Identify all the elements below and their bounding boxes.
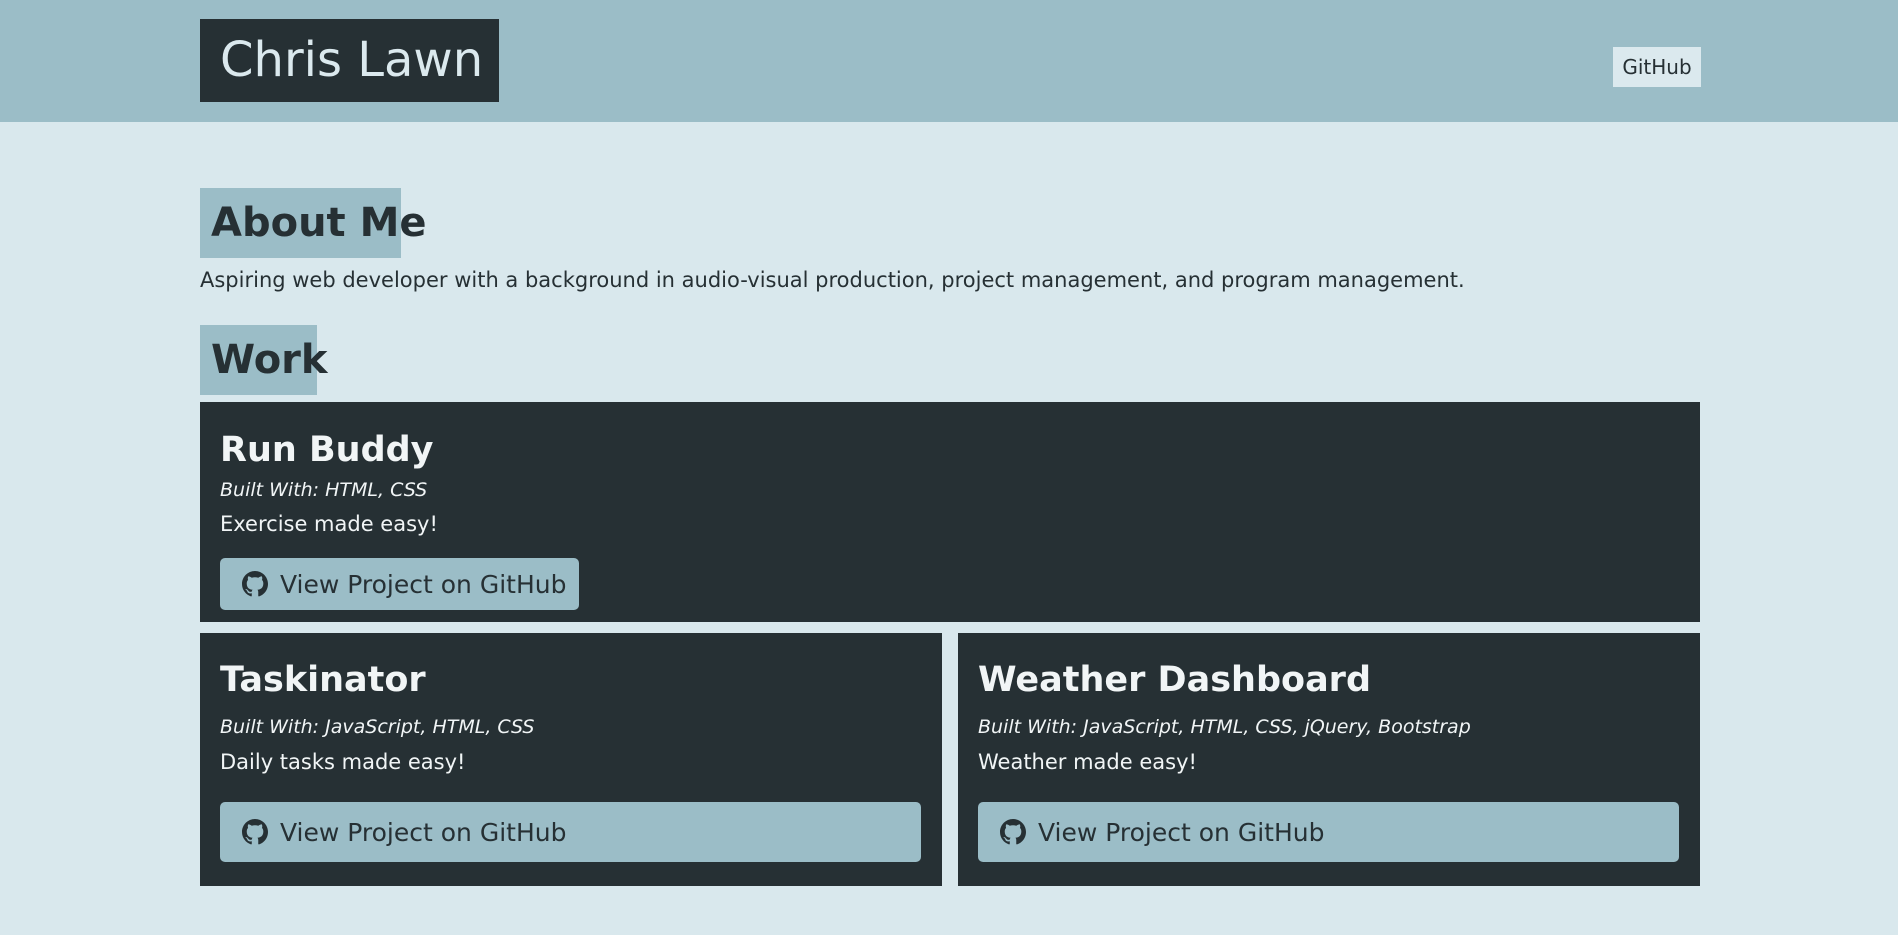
site-title: Chris Lawn — [200, 19, 499, 102]
about-text: Aspiring web developer with a background… — [200, 268, 1465, 292]
project-card-weather-dashboard: Weather Dashboard Built With: JavaScript… — [958, 633, 1700, 886]
project-description: Weather made easy! — [978, 750, 1197, 774]
github-icon — [242, 819, 268, 845]
project-card-taskinator: Taskinator Built With: JavaScript, HTML,… — [200, 633, 942, 886]
project-description: Daily tasks made easy! — [220, 750, 466, 774]
view-project-button[interactable]: View Project on GitHub — [220, 558, 579, 610]
view-project-label: View Project on GitHub — [280, 817, 567, 847]
view-project-button[interactable]: View Project on GitHub — [978, 802, 1679, 862]
project-title: Run Buddy — [220, 430, 434, 470]
work-heading: Work — [200, 325, 328, 395]
about-heading: About Me — [200, 188, 427, 258]
site-header: Chris Lawn GitHub — [0, 0, 1898, 122]
project-description: Exercise made easy! — [220, 512, 438, 536]
view-project-button[interactable]: View Project on GitHub — [220, 802, 921, 862]
github-icon — [1000, 819, 1026, 845]
project-title: Taskinator — [220, 660, 426, 700]
project-card-run-buddy: Run Buddy Built With: HTML, CSS Exercise… — [200, 402, 1700, 622]
view-project-label: View Project on GitHub — [1038, 817, 1325, 847]
github-nav-link[interactable]: GitHub — [1613, 47, 1701, 87]
view-project-label: View Project on GitHub — [280, 569, 567, 599]
github-icon — [242, 571, 268, 597]
project-title: Weather Dashboard — [978, 660, 1371, 700]
project-built-with: Built With: JavaScript, HTML, CSS, jQuer… — [978, 716, 1471, 738]
project-built-with: Built With: HTML, CSS — [220, 479, 428, 501]
project-built-with: Built With: JavaScript, HTML, CSS — [220, 716, 535, 738]
